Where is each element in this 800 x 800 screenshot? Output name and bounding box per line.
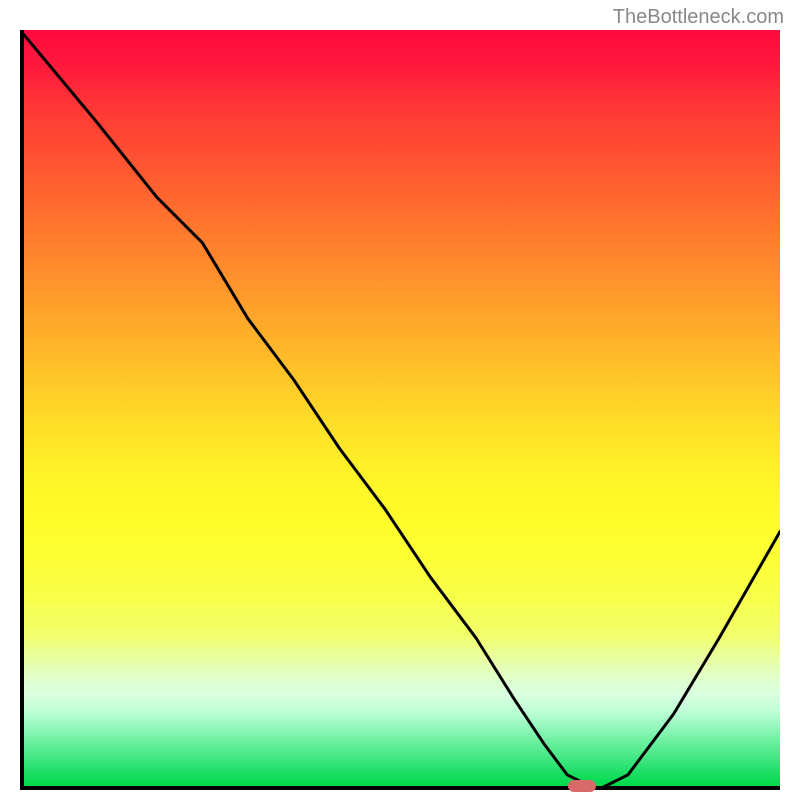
chart-container xyxy=(20,30,780,790)
watermark-text: TheBottleneck.com xyxy=(613,6,784,29)
bottleneck-curve xyxy=(20,30,780,790)
line-plot-svg xyxy=(20,30,780,790)
optimal-marker xyxy=(568,780,596,792)
